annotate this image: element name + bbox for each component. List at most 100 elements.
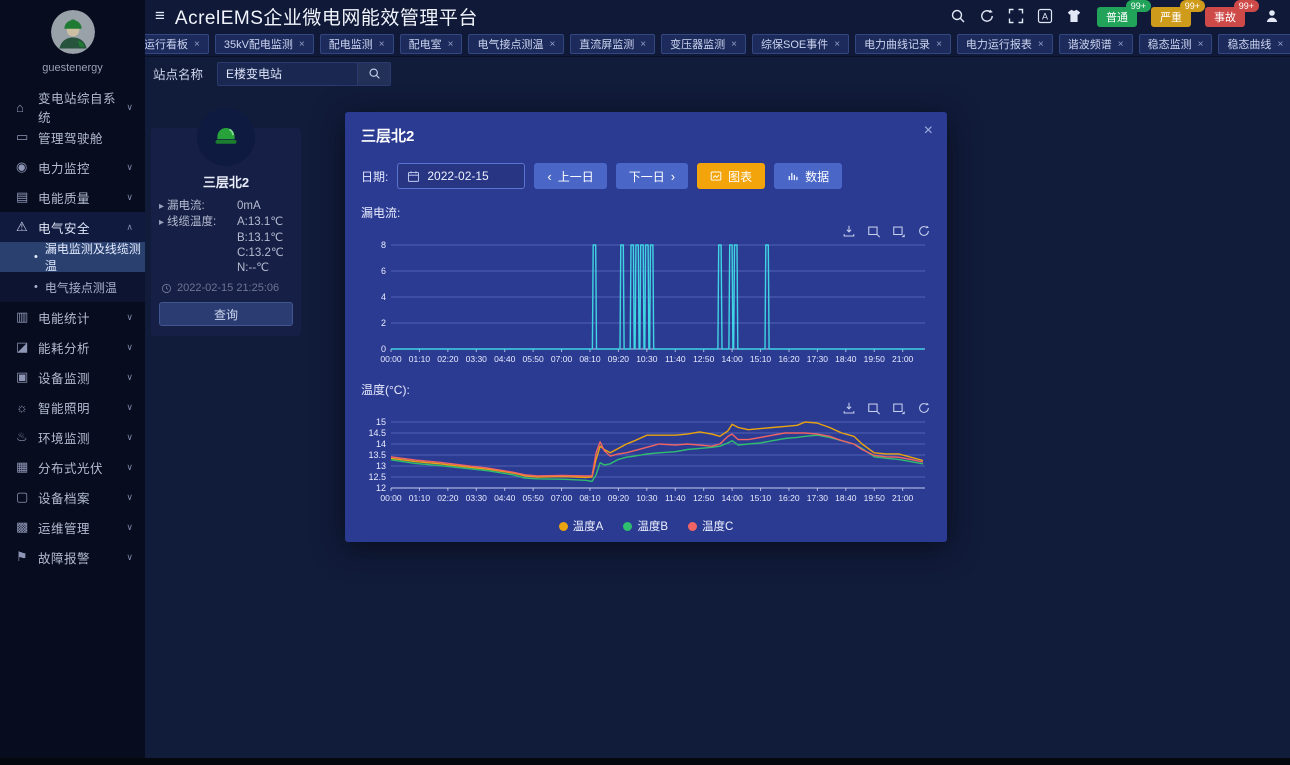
save-image-icon[interactable]	[842, 401, 856, 415]
sidebar-item-分布式光伏[interactable]: ▦分布式光伏∨	[0, 452, 145, 482]
close-icon[interactable]: ×	[924, 122, 933, 140]
svg-text:02:20: 02:20	[437, 493, 459, 503]
next-day-button[interactable]: 下一日 ›	[616, 163, 688, 189]
date-value: 2022-02-15	[427, 169, 488, 183]
sidebar-item-电气安全[interactable]: ⚠电气安全∧	[0, 212, 145, 242]
tab-35kV配电监测[interactable]: 35kV配电监测×	[215, 34, 314, 54]
zoom-reset-icon[interactable]	[892, 224, 906, 238]
svg-text:00:00: 00:00	[380, 493, 402, 503]
tab-配电室[interactable]: 配电室×	[400, 34, 463, 54]
sidebar-item-运维管理[interactable]: ▩运维管理∨	[0, 512, 145, 542]
theme-icon[interactable]	[1066, 8, 1082, 24]
chart-view-button[interactable]: 图表	[697, 163, 765, 189]
tab-直流屏监测[interactable]: 直流屏监测 ×	[570, 34, 655, 54]
svg-text:13.5: 13.5	[368, 450, 386, 460]
tab-close-icon[interactable]: ×	[549, 39, 555, 50]
user-icon[interactable]	[1264, 8, 1280, 24]
tab-label: 直流屏监测	[579, 36, 634, 52]
date-picker[interactable]: 2022-02-15	[397, 163, 525, 189]
sidebar-item-能耗分析[interactable]: ◪能耗分析∨	[0, 332, 145, 362]
search-button[interactable]	[357, 62, 391, 86]
tab-close-icon[interactable]: ×	[379, 39, 385, 50]
sidebar-item-变电站综自系统[interactable]: ⌂变电站综自系统∨	[0, 92, 145, 122]
leak-current-chart[interactable]: 0246800:0001:1002:2003:3004:4005:5007:00…	[359, 239, 933, 366]
tab-变压器监测[interactable]: 变压器监测×	[661, 34, 746, 54]
sidebar-item-设备监测[interactable]: ▣设备监测∨	[0, 362, 145, 392]
query-button[interactable]: 查询	[159, 302, 293, 326]
alarm-badge[interactable]: 普通99+	[1097, 7, 1137, 27]
sidebar-item-环境监测[interactable]: ♨环境监测∨	[0, 422, 145, 452]
sidebar-item-故障报警[interactable]: ⚑故障报警∨	[0, 542, 145, 572]
chart-toolbox	[361, 224, 931, 238]
tab-close-icon[interactable]: ×	[194, 39, 200, 50]
station-card: 三层北2 ▸漏电流: 0mA ▸线缆温度:A:13.1℃B:13.1℃C:13.…	[151, 108, 301, 336]
tab-配电监测[interactable]: 配电监测×	[320, 34, 394, 54]
data-view-button[interactable]: 数据	[774, 163, 842, 189]
sidebar-item-智能照明[interactable]: ☼智能照明∨	[0, 392, 145, 422]
tab-电力曲线记录[interactable]: 电力曲线记录×	[855, 34, 951, 54]
dialog-controls: 日期: 2022-02-15 ‹ 上一日 下一日 ›	[361, 163, 931, 189]
tab-close-icon[interactable]: ×	[640, 39, 646, 50]
leak-current-value: 0mA	[237, 199, 293, 214]
legend-label: 温度B	[637, 518, 668, 534]
tab-close-icon[interactable]: ×	[1198, 39, 1204, 50]
prev-day-button[interactable]: ‹ 上一日	[534, 163, 606, 189]
tab-close-icon[interactable]: ×	[936, 39, 942, 50]
station-search-input[interactable]	[217, 62, 357, 86]
sidebar-subitem-电气接点测温[interactable]: •电气接点测温	[0, 272, 145, 302]
tab-综保SOE事件[interactable]: 综保SOE事件×	[752, 34, 849, 54]
dashboard-icon: ▭	[16, 129, 38, 145]
tab-close-icon[interactable]: ×	[731, 39, 737, 50]
sidebar-subitem-漏电监测及线缆测温[interactable]: •漏电监测及线缆测温	[0, 242, 145, 272]
sidebar-item-设备档案[interactable]: ▢设备档案∨	[0, 482, 145, 512]
sidebar-item-电能统计[interactable]: ▥电能统计∨	[0, 302, 145, 332]
tab-稳态监测[interactable]: 稳态监测×	[1139, 34, 1213, 54]
search-row: 站点名称	[145, 57, 1290, 90]
sidebar-item-label: 电能质量	[38, 188, 126, 207]
translate-icon[interactable]: A	[1037, 8, 1053, 24]
tab-close-icon[interactable]: ×	[1038, 39, 1044, 50]
avatar[interactable]	[51, 10, 95, 54]
legend-item-温度A[interactable]: 温度A	[559, 518, 604, 534]
temperature-chart[interactable]: 1212.51313.51414.51500:0001:1002:2003:30…	[359, 416, 933, 505]
tab-电气接点测温[interactable]: 电气接点测温×	[468, 34, 564, 54]
zoom-reset-icon[interactable]	[892, 401, 906, 415]
data-zoom-icon[interactable]	[867, 224, 881, 238]
tab-bar: 运行看板×35kV配电监测×配电监测×配电室×电气接点测温×直流屏监测×变压器监…	[145, 32, 1290, 57]
station-timestamp: 2022-02-15 21:25:06	[161, 282, 293, 294]
tab-稳态曲线[interactable]: 稳态曲线×	[1218, 34, 1290, 54]
tab-close-icon[interactable]: ×	[448, 39, 454, 50]
refresh-icon[interactable]	[979, 8, 995, 24]
chevron-up-icon: ∧	[126, 222, 133, 233]
tab-运行看板[interactable]: 运行看板 ×	[145, 34, 209, 54]
tab-谐波频谱[interactable]: 谐波频谱×	[1059, 34, 1133, 54]
fullscreen-icon[interactable]	[1008, 8, 1024, 24]
alarm-badges: 普通99+ 严重99+ 事故99+	[1095, 0, 1251, 32]
clock-icon	[161, 283, 172, 294]
worker-avatar-icon	[51, 10, 95, 54]
tab-close-icon[interactable]: ×	[834, 39, 840, 50]
menu-icon[interactable]: ≡	[155, 6, 165, 26]
restore-icon[interactable]	[917, 224, 931, 238]
tab-电力运行报表[interactable]: 电力运行报表×	[957, 34, 1053, 54]
smart-lighting-icon: ☼	[16, 400, 38, 415]
save-image-icon[interactable]	[842, 224, 856, 238]
date-label: 日期:	[361, 168, 388, 185]
restore-icon[interactable]	[917, 401, 931, 415]
legend-item-温度C[interactable]: 温度C	[688, 518, 733, 534]
svg-text:2: 2	[381, 318, 386, 328]
tab-close-icon[interactable]: ×	[1118, 39, 1124, 50]
alarm-badge[interactable]: 严重99+	[1151, 7, 1191, 27]
legend-item-温度B[interactable]: 温度B	[623, 518, 668, 534]
tab-close-icon[interactable]: ×	[299, 39, 305, 50]
svg-text:16:20: 16:20	[778, 493, 800, 503]
search-icon[interactable]	[950, 8, 966, 24]
tab-label: 运行看板	[145, 36, 188, 52]
tab-close-icon[interactable]: ×	[1277, 39, 1283, 50]
sidebar-item-电能质量[interactable]: ▤电能质量∨	[0, 182, 145, 212]
sidebar-item-电力监控[interactable]: ◉电力监控∨	[0, 152, 145, 182]
alarm-badge[interactable]: 事故99+	[1205, 7, 1245, 27]
sidebar-item-管理驾驶舱[interactable]: ▭管理驾驶舱	[0, 122, 145, 152]
data-zoom-icon[interactable]	[867, 401, 881, 415]
svg-text:10:30: 10:30	[636, 493, 658, 503]
